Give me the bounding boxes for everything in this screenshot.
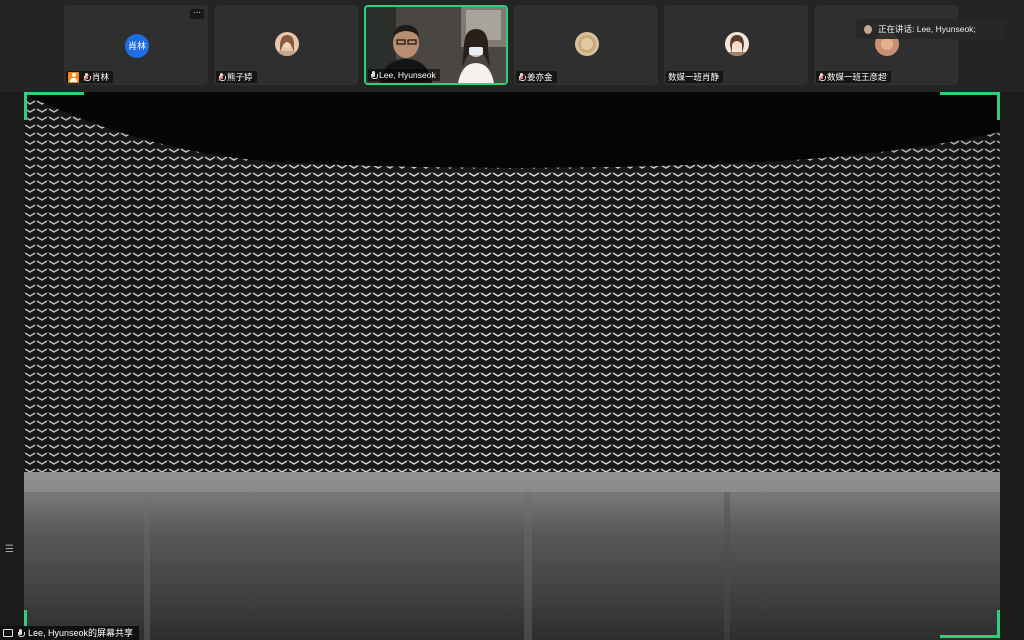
participant-name: 肖林: [92, 72, 110, 82]
participant-name: 数媒一班肖静: [668, 72, 720, 82]
screen-share-text: Lee, Hyunseok的屏幕共享: [28, 628, 134, 638]
participant-tile-6[interactable]: 数媒一班王彦超: [814, 5, 958, 85]
active-speaker-text: 正在讲话: Lee, Hyunseok;: [878, 24, 976, 34]
mic-muted-icon: [517, 72, 526, 82]
participant-name-tag: Lee, Hyunseok: [368, 69, 440, 81]
avatar: [725, 32, 749, 56]
participant-name-tag: 姜亦金: [516, 71, 557, 83]
shared-screen-image: [24, 92, 1000, 640]
host-icon: [68, 71, 79, 83]
avatar: [575, 32, 599, 56]
avatar: 肖林: [125, 34, 149, 58]
share-frame-corner: [24, 92, 84, 120]
shared-screen-view[interactable]: [24, 92, 1000, 640]
participant-tile-5[interactable]: 数媒一班肖静: [664, 5, 808, 85]
speaker-avatar-icon: [864, 24, 872, 34]
mic-muted-icon: [82, 72, 91, 82]
participant-name-tag: 数媒一班王彦超: [816, 71, 891, 83]
participant-name-tag: 肖林: [66, 71, 114, 83]
participant-tile-4[interactable]: 姜亦金: [514, 5, 658, 85]
share-frame-corner: [940, 92, 1000, 120]
mic-muted-icon: [217, 72, 226, 82]
participant-tile-2[interactable]: 熊子婷: [214, 5, 358, 85]
participant-name-tag: 数媒一班肖静: [666, 71, 724, 83]
mic-icon: [17, 628, 25, 638]
participant-tile-1[interactable]: 肖林 ··· 肖林: [64, 5, 208, 85]
share-frame-corner: [940, 610, 1000, 638]
participant-name: 数媒一班王彦超: [827, 72, 887, 82]
mic-icon: [370, 70, 378, 80]
participant-name: 姜亦金: [527, 72, 553, 82]
avatar: [275, 32, 299, 56]
active-speaker-indicator: 正在讲话: Lee, Hyunseok;: [856, 19, 1006, 39]
participant-name: 熊子婷: [227, 72, 253, 82]
meeting-window: 肖林 ··· 肖林 熊子婷 Lee, Hyunseok 姜亦金 数媒一班肖静 数…: [0, 0, 1024, 640]
participant-name: Lee, Hyunseok: [379, 70, 436, 80]
screen-share-label: Lee, Hyunseok的屏幕共享: [0, 626, 140, 640]
mic-muted-icon: [817, 72, 826, 82]
more-options-button[interactable]: ···: [190, 9, 204, 19]
participant-strip: 肖林 ··· 肖林 熊子婷 Lee, Hyunseok 姜亦金 数媒一班肖静 数…: [0, 0, 1024, 92]
screen-share-icon: [3, 629, 13, 637]
participant-tile-active-speaker[interactable]: Lee, Hyunseok: [364, 5, 508, 85]
list-icon[interactable]: ☰: [5, 545, 15, 555]
participant-name-tag: 熊子婷: [216, 71, 257, 83]
